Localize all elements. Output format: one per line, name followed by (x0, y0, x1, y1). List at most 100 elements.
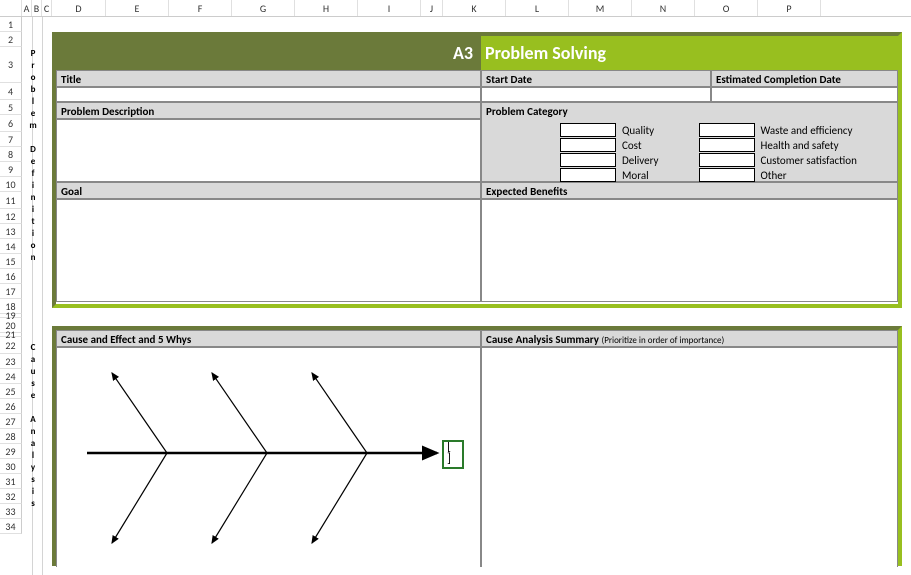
hdr-cause-summary-sub: (Prioritize in order of importance) (601, 335, 724, 346)
row-6[interactable]: 6 (0, 115, 22, 132)
col-H[interactable]: H (295, 0, 358, 16)
row-30[interactable]: 30 (0, 459, 22, 474)
row-23[interactable]: 23 (0, 354, 22, 369)
cat-label: Health and safety (761, 139, 839, 152)
row-9[interactable]: 9 (0, 162, 22, 177)
col-A[interactable]: A (22, 0, 32, 16)
cat-box[interactable] (699, 123, 755, 137)
hdr-est-date: Estimated Completion Date (711, 70, 898, 87)
cat-row-left-1: Cost (560, 138, 659, 152)
hdr-prob-cat: Problem Category (482, 103, 897, 120)
cat-label: Other (761, 169, 787, 182)
title-bar: A3 Problem Solving (56, 36, 898, 70)
row-31[interactable]: 31 (0, 474, 22, 489)
cat-box[interactable] (699, 153, 755, 167)
cat-label: Cost (622, 139, 642, 152)
row-29[interactable]: 29 (0, 444, 22, 459)
cell-start-date[interactable] (481, 87, 711, 102)
col-B[interactable]: B (32, 0, 42, 16)
cat-box[interactable] (560, 123, 616, 137)
col-C[interactable]: C (42, 0, 52, 16)
row-25[interactable]: 25 (0, 384, 22, 399)
row-26[interactable]: 26 (0, 399, 22, 414)
cell-title[interactable] (56, 87, 481, 102)
cell-prob-desc[interactable] (56, 119, 481, 182)
fishbone-diagram-icon (57, 348, 482, 568)
bracket-close: ] (447, 454, 451, 464)
row-27[interactable]: 27 (0, 414, 22, 429)
row-33[interactable]: 33 (0, 504, 22, 519)
row-7[interactable]: 7 (0, 132, 22, 147)
cat-row-left-3: Moral (560, 168, 659, 182)
cell-cause-effect[interactable]: [ ] (56, 347, 481, 567)
cat-box[interactable] (560, 168, 616, 182)
cat-label: Moral (622, 169, 649, 182)
row-3[interactable]: 3 (0, 47, 22, 83)
row-2[interactable]: 2 (0, 32, 22, 47)
cell-exp-ben[interactable] (481, 199, 898, 302)
col-I[interactable]: I (358, 0, 421, 16)
cat-row-left-0: Quality (560, 123, 659, 137)
panel-problem-definition: A3 Problem Solving Title Start Date Esti… (52, 32, 902, 308)
col-D[interactable]: D (52, 0, 106, 16)
col-J[interactable]: J (421, 0, 443, 16)
cat-box[interactable] (699, 168, 755, 182)
col-E[interactable]: E (106, 0, 169, 16)
row-32[interactable]: 32 (0, 489, 22, 504)
hdr-title: Title (56, 70, 481, 87)
vert-label-problem-def: Problem Definition (28, 48, 38, 264)
hdr-prob-desc: Problem Description (56, 102, 481, 119)
cat-row-right-1: Health and safety (699, 138, 857, 152)
hdr-goal: Goal (56, 182, 481, 199)
hdr-cause-summary: Cause Analysis Summary (Prioritize in or… (481, 330, 898, 347)
col-K[interactable]: K (443, 0, 506, 16)
row-16[interactable]: 16 (0, 269, 22, 284)
row-1[interactable]: 1 (0, 17, 22, 32)
cat-box[interactable] (560, 138, 616, 152)
hdr-cause-effect: Cause and Effect and 5 Whys (56, 330, 481, 347)
cell-goal[interactable] (56, 199, 481, 302)
row-22[interactable]: 22 (0, 337, 22, 354)
row-28[interactable]: 28 (0, 429, 22, 444)
vert-label-cause-analysis: Cause Analysis (28, 342, 38, 510)
row-11[interactable]: 11 (0, 192, 22, 209)
hdr-start-date: Start Date (481, 70, 711, 87)
row-14[interactable]: 14 (0, 239, 22, 254)
row-24[interactable]: 24 (0, 369, 22, 384)
cat-label: Waste and efficiency (761, 124, 853, 137)
col-L[interactable]: L (506, 0, 569, 16)
row-12[interactable]: 12 (0, 209, 22, 224)
row-10[interactable]: 10 (0, 177, 22, 192)
cat-label: Customer satisfaction (761, 154, 857, 167)
col-F[interactable]: F (169, 0, 232, 16)
col-O[interactable]: O (695, 0, 758, 16)
row-5[interactable]: 5 (0, 100, 22, 115)
title-a3: A3 (56, 36, 481, 70)
col-G[interactable]: G (232, 0, 295, 16)
row-headers: 1234567891011121314151617181920212223242… (0, 17, 22, 534)
row-17[interactable]: 17 (0, 284, 22, 299)
row-13[interactable]: 13 (0, 224, 22, 239)
column-headers: A B C D E F G H I J K L M N O P (0, 0, 911, 17)
cell-est-date[interactable] (711, 87, 898, 102)
cat-row-right-0: Waste and efficiency (699, 123, 857, 137)
col-N[interactable]: N (632, 0, 695, 16)
cat-row-right-2: Customer satisfaction (699, 153, 857, 167)
cat-box[interactable] (560, 153, 616, 167)
col-P[interactable]: P (758, 0, 821, 16)
row-8[interactable]: 8 (0, 147, 22, 162)
cat-label: Quality (622, 124, 654, 137)
title-problem-solving: Problem Solving (481, 36, 898, 70)
cat-box[interactable] (699, 138, 755, 152)
row-15[interactable]: 15 (0, 254, 22, 269)
cat-row-left-2: Delivery (560, 153, 659, 167)
cell-cause-summary[interactable] (481, 347, 898, 567)
col-M[interactable]: M (569, 0, 632, 16)
cat-label: Delivery (622, 154, 659, 167)
problem-category-box: Problem Category Quality Cost Delivery Mora… (481, 102, 898, 182)
cat-row-right-3: Other (699, 168, 857, 182)
hdr-cause-summary-text: Cause Analysis Summary (486, 333, 599, 346)
panel-cause-analysis: Cause and Effect and 5 Whys Cause Analys… (52, 326, 902, 566)
row-4[interactable]: 4 (0, 83, 22, 100)
row-34[interactable]: 34 (0, 519, 22, 534)
